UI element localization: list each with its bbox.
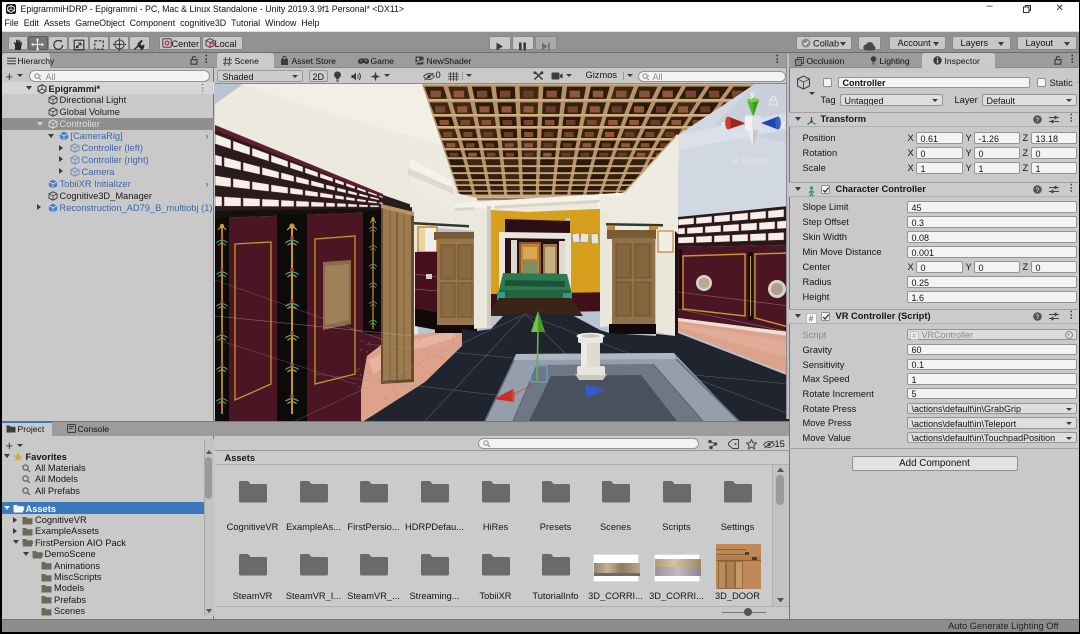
svg-text:?: ? <box>1035 187 1039 194</box>
svg-text:#: # <box>912 333 916 340</box>
svg-text:x: x <box>721 119 726 129</box>
svg-text:?: ? <box>1035 314 1039 321</box>
svg-text:⋖ Persp: ⋖ Persp <box>730 156 768 167</box>
svg-text:?: ? <box>1035 117 1039 124</box>
svg-text:y: y <box>750 89 755 99</box>
svg-text:#: # <box>808 314 813 324</box>
